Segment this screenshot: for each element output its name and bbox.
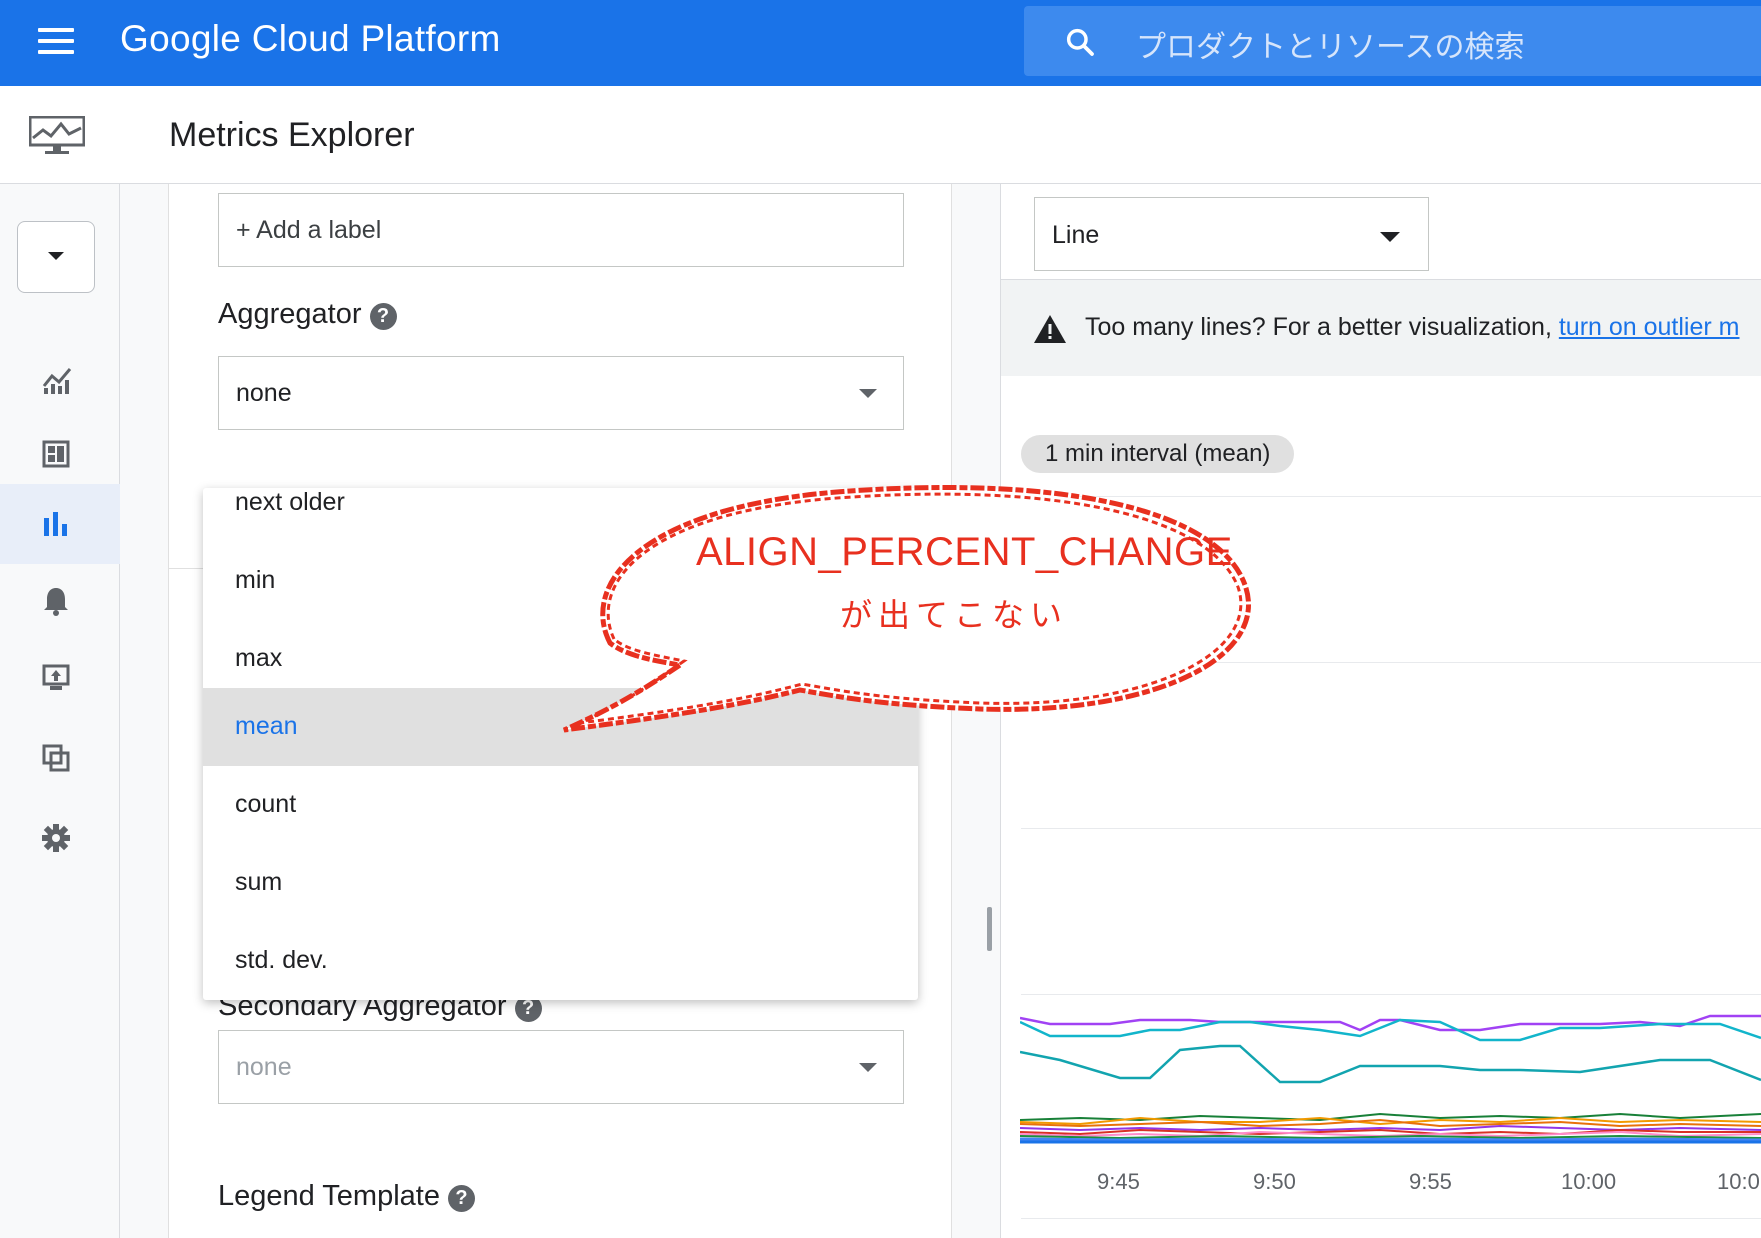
x-tick-label: 9:50 xyxy=(1253,1169,1296,1194)
menu-icon[interactable] xyxy=(38,28,74,54)
menu-item[interactable]: max xyxy=(203,620,918,698)
menu-item[interactable]: std. dev. xyxy=(203,922,918,1000)
x-tick-label: 9:45 xyxy=(1097,1169,1140,1194)
x-tick-label: 10:0 xyxy=(1717,1169,1760,1194)
add-label-field[interactable]: + Add a label xyxy=(218,193,904,267)
interval-chip: 1 min interval (mean) xyxy=(1021,435,1295,473)
dashboard-icon xyxy=(42,440,70,468)
warning-banner: Too many lines? For a better visualizati… xyxy=(1001,280,1761,376)
nav-alerting[interactable] xyxy=(0,560,120,640)
search-input[interactable]: プロダクトとリソースの検索 xyxy=(1024,6,1761,76)
aggregator-select[interactable]: none xyxy=(218,356,904,430)
search-placeholder: プロダクトとリソースの検索 xyxy=(1136,31,1525,64)
page-header: Metrics Explorer xyxy=(120,86,1761,184)
menu-item-label: count xyxy=(235,790,297,818)
aggregator-value: none xyxy=(236,379,292,407)
series-line xyxy=(1020,1124,1761,1132)
aggregator-heading: Aggregator? xyxy=(218,298,397,331)
nav-metrics-explorer[interactable] xyxy=(0,484,120,564)
caret-down-icon xyxy=(48,252,64,260)
menu-item-label: min xyxy=(235,566,276,594)
menu-item[interactable]: sum xyxy=(203,844,918,922)
monitoring-icon[interactable] xyxy=(29,116,85,156)
menu-item-label: sum xyxy=(235,868,283,896)
top-app-bar: Google Cloud Platform プロダクトとリソースの検索 xyxy=(0,0,1761,86)
series-line xyxy=(1020,1134,1761,1140)
bar-chart-icon xyxy=(44,512,67,536)
secondary-aggregator-value: none xyxy=(236,1053,292,1081)
warning-text: Too many lines? For a better visualizati… xyxy=(1085,313,1739,342)
nav-groups[interactable] xyxy=(0,718,120,798)
grid-line xyxy=(1021,662,1761,663)
grid-line xyxy=(1021,1218,1761,1219)
rail-header xyxy=(0,86,120,184)
grid-line xyxy=(1021,828,1761,829)
series-line xyxy=(1020,1044,1761,1084)
chart-type-select[interactable]: Line xyxy=(1034,197,1429,271)
menu-item-label: std. dev. xyxy=(235,946,328,974)
add-label-text: + Add a label xyxy=(236,216,382,244)
panel-resize-handle[interactable] xyxy=(987,907,992,951)
warning-icon xyxy=(1034,315,1066,343)
nav-dashboards[interactable] xyxy=(0,414,120,494)
outlier-mode-link[interactable]: turn on outlier m xyxy=(1559,313,1740,341)
legend-template-heading: Legend Template? xyxy=(218,1180,475,1213)
nav-overview[interactable] xyxy=(0,340,120,420)
chart-type-value: Line xyxy=(1052,221,1100,249)
x-tick-label: 9:55 xyxy=(1409,1169,1452,1194)
aggregator-label: Aggregator xyxy=(218,298,362,330)
series-line xyxy=(1020,1137,1761,1142)
grid-line xyxy=(1021,496,1761,497)
page-title: Metrics Explorer xyxy=(169,116,415,154)
nav-uptime-checks[interactable] xyxy=(0,638,120,718)
menu-item-selected[interactable]: mean xyxy=(203,688,918,766)
x-tick-label: 10:00 xyxy=(1561,1169,1617,1194)
menu-item-label: next older xyxy=(235,488,345,516)
groups-icon xyxy=(42,744,70,772)
time-series-plot xyxy=(1020,1014,1761,1144)
brand-logo[interactable]: Google Cloud Platform xyxy=(120,18,501,60)
secondary-aggregator-select[interactable]: none xyxy=(218,1030,904,1104)
help-icon[interactable]: ? xyxy=(447,1185,475,1212)
series-line xyxy=(1020,1130,1761,1138)
menu-item-label: mean xyxy=(235,712,298,740)
legend-template-label: Legend Template xyxy=(218,1180,440,1212)
search-icon xyxy=(1066,28,1094,56)
help-icon[interactable]: ? xyxy=(369,303,397,330)
warning-message: Too many lines? For a better visualizati… xyxy=(1085,313,1559,341)
gear-icon xyxy=(42,824,70,852)
line-chart-icon xyxy=(42,368,72,394)
menu-item[interactable]: count xyxy=(203,766,918,844)
grid-line xyxy=(1021,994,1761,995)
nav-settings[interactable] xyxy=(0,798,120,878)
dropdown-arrow-icon xyxy=(1380,232,1400,242)
bell-icon xyxy=(44,588,68,616)
callout-title: ALIGN_PERCENT_CHANGE xyxy=(696,530,1233,574)
callout-subtitle: が出てこない xyxy=(840,597,1069,633)
nav-rail xyxy=(0,86,120,1238)
project-selector[interactable] xyxy=(17,221,95,293)
menu-item-label: max xyxy=(235,644,283,672)
dropdown-arrow-icon xyxy=(859,1063,877,1072)
dropdown-arrow-icon xyxy=(859,389,877,398)
monitor-icon xyxy=(42,664,70,690)
